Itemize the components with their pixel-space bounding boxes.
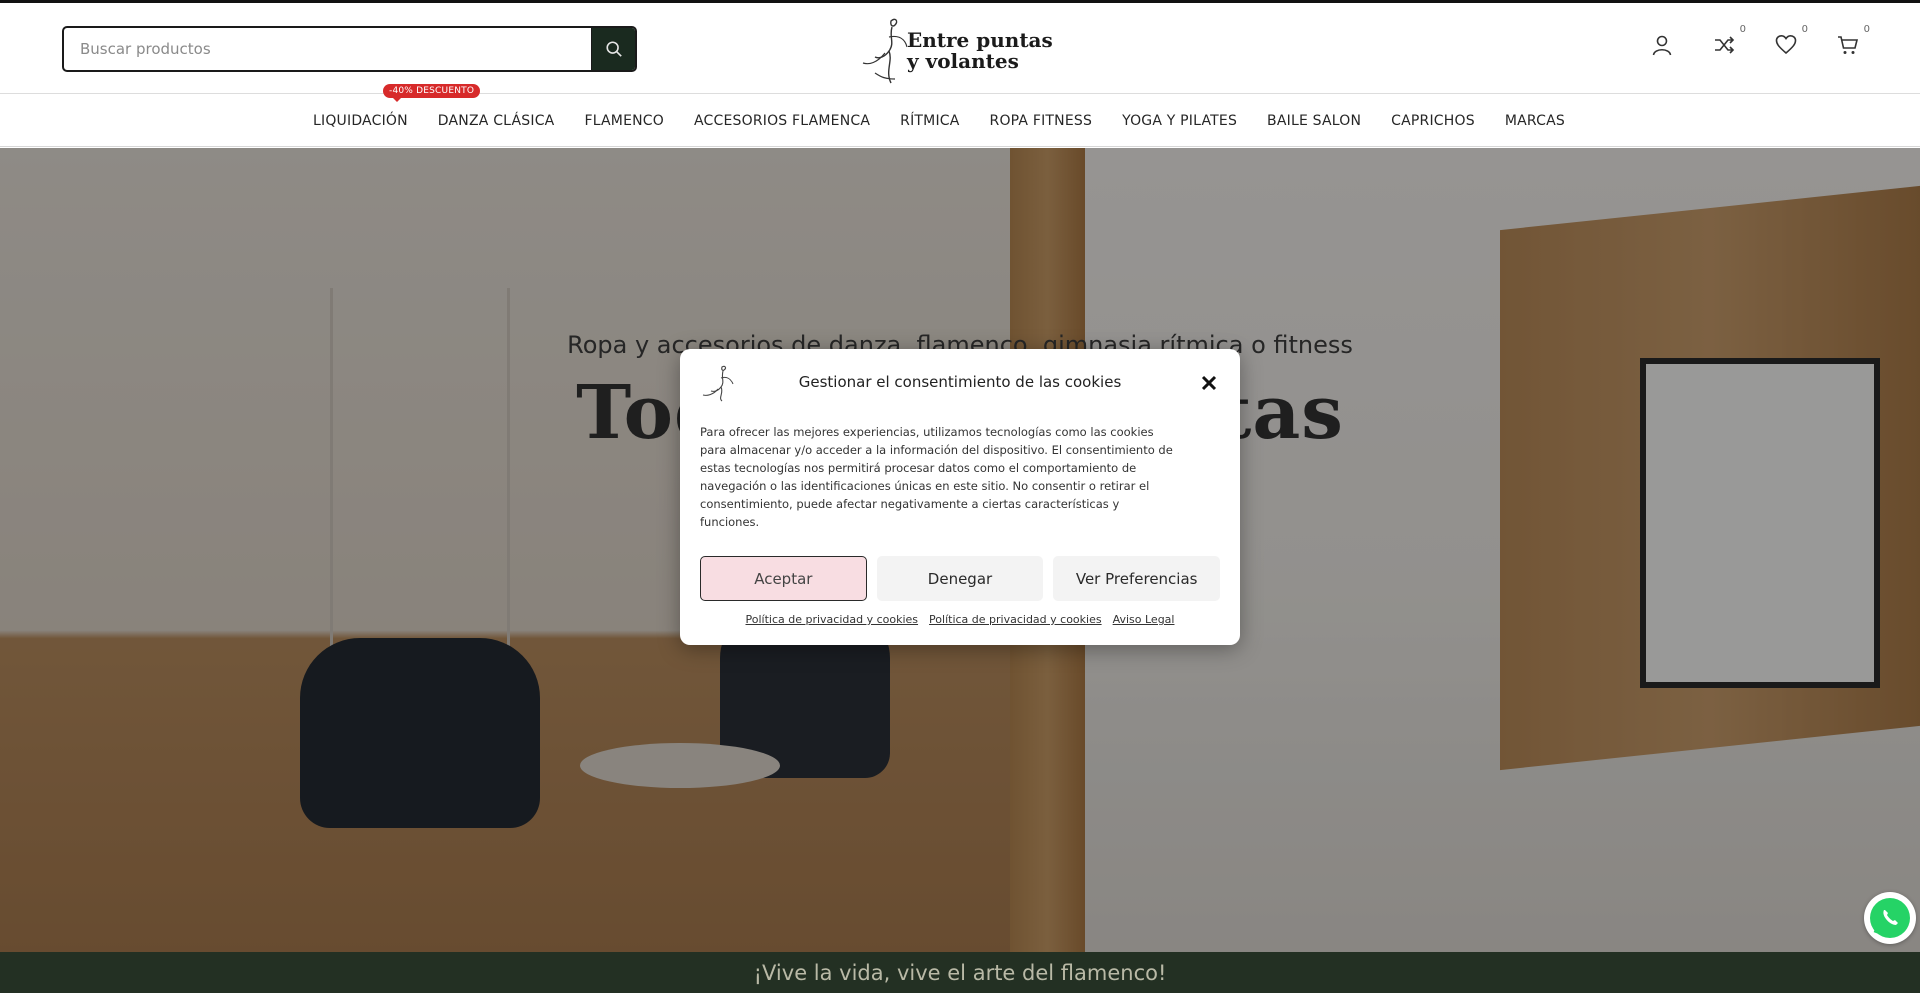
deny-button[interactable]: Denegar — [876, 556, 1044, 601]
cookie-dialog-title: Gestionar el consentimiento de las cooki… — [798, 373, 1122, 391]
cookie-dialog-links: Política de privacidad y cookies Polític… — [680, 613, 1240, 626]
account-icon — [1652, 35, 1672, 56]
nav-item-ritmica[interactable]: RÍTMICA — [900, 113, 959, 129]
nav-item-danza-clasica[interactable]: DANZA CLÁSICA — [438, 113, 555, 129]
nav-item-flamenco[interactable]: FLAMENCO — [584, 113, 664, 129]
wishlist-count: 0 — [1801, 24, 1808, 35]
legal-notice-link[interactable]: Aviso Legal — [1113, 613, 1175, 626]
compare-button[interactable]: 0 — [1710, 24, 1746, 59]
search-button[interactable] — [591, 28, 635, 70]
nav-item-accesorios-flamenca[interactable]: ACCESORIOS FLAMENCA — [694, 113, 870, 129]
cart-button[interactable]: 0 — [1834, 24, 1870, 59]
compare-count: 0 — [1739, 24, 1746, 35]
whatsapp-button[interactable] — [1864, 892, 1916, 944]
privacy-policy-link[interactable]: Política de privacidad y cookies — [746, 613, 919, 626]
nav-item-yoga-pilates[interactable]: YOGA Y PILATES — [1122, 113, 1237, 129]
nav-item-ropa-fitness[interactable]: ROPA FITNESS — [990, 113, 1093, 129]
logo-line-1: Entre puntas — [907, 28, 1053, 52]
close-icon — [1201, 375, 1217, 391]
search-icon — [605, 41, 622, 57]
nav-items: LIQUIDACIÓN -40% DESCUENTO DANZA CLÁSICA… — [313, 84, 1595, 147]
site-logo[interactable]: Entre puntas y volantes — [855, 13, 1065, 89]
discount-badge: -40% DESCUENTO — [383, 84, 481, 102]
whatsapp-icon — [1870, 898, 1910, 938]
account-button[interactable] — [1648, 31, 1676, 59]
promo-text: ¡Vive la vida, vive el arte del flamenco… — [753, 960, 1167, 985]
cart-icon — [1838, 36, 1859, 54]
nav-item-liquidacion[interactable]: LIQUIDACIÓN -40% DESCUENTO — [313, 84, 481, 129]
site-header: Entre puntas y volantes 0 0 0 — [0, 3, 1920, 94]
nav-item-marcas[interactable]: MARCAS — [1505, 113, 1565, 129]
compare-icon — [1715, 36, 1735, 54]
search-input[interactable] — [64, 28, 591, 70]
privacy-policy-link[interactable]: Política de privacidad y cookies — [929, 613, 1102, 626]
nav-item-caprichos[interactable]: CAPRICHOS — [1391, 113, 1475, 129]
preferences-button[interactable]: Ver Preferencias — [1053, 556, 1221, 601]
promo-bar: ¡Vive la vida, vive el arte del flamenco… — [0, 952, 1920, 993]
logo-text: Entre puntas y volantes — [907, 30, 1053, 72]
nav-item-baile-salon[interactable]: BAILE SALON — [1267, 113, 1361, 129]
wishlist-button[interactable]: 0 — [1772, 24, 1808, 59]
dancer-logo-icon — [862, 18, 908, 84]
logo-line-2: y volantes — [907, 49, 1019, 73]
cookie-dialog-body: Para ofrecer las mejores experiencias, u… — [700, 425, 1173, 529]
cart-count: 0 — [1863, 24, 1870, 35]
header-icons: 0 0 0 — [1648, 24, 1870, 59]
cookie-consent-dialog: Gestionar el consentimiento de las cooki… — [680, 349, 1240, 645]
nav-item-label: LIQUIDACIÓN — [313, 113, 408, 129]
close-dialog-button[interactable] — [1199, 373, 1219, 393]
main-nav: LIQUIDACIÓN -40% DESCUENTO DANZA CLÁSICA… — [0, 84, 1920, 147]
cookie-dialog-buttons: Aceptar Denegar Ver Preferencias — [700, 556, 1221, 601]
search-bar — [62, 26, 637, 72]
wishlist-icon — [1775, 34, 1797, 55]
accept-button[interactable]: Aceptar — [700, 556, 867, 601]
